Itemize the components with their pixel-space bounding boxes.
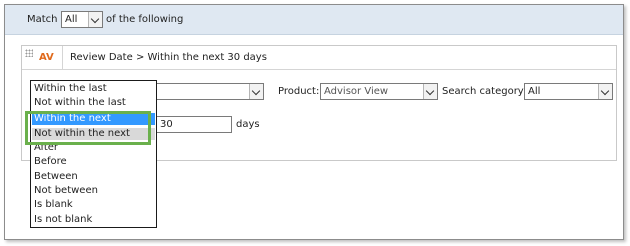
option-not-within-the-last[interactable]: Not within the last bbox=[32, 97, 155, 109]
header-divider bbox=[62, 46, 63, 69]
drag-handle-icon[interactable] bbox=[25, 49, 33, 57]
chevron-down-icon bbox=[88, 12, 102, 27]
match-label: Match bbox=[27, 14, 58, 25]
match-select[interactable]: All bbox=[61, 11, 103, 28]
product-label: Product: bbox=[278, 86, 320, 97]
option-before[interactable]: Before bbox=[32, 156, 155, 168]
criteria-title: Review Date > Within the next 30 days bbox=[70, 52, 267, 63]
criteria-header[interactable]: AV Review Date > Within the next 30 days bbox=[22, 46, 616, 70]
unit-label: days bbox=[236, 119, 260, 130]
amount-input[interactable]: 30 bbox=[156, 116, 232, 133]
callout-highlight bbox=[25, 111, 151, 145]
operator-dropdown-list: Within the last Not within the last With… bbox=[30, 80, 157, 228]
option-is-blank[interactable]: Is blank bbox=[32, 199, 155, 211]
chevron-down-icon bbox=[249, 84, 263, 99]
match-bar: Match All of the following bbox=[5, 5, 623, 35]
option-between[interactable]: Between bbox=[32, 171, 155, 183]
option-not-between[interactable]: Not between bbox=[32, 185, 155, 197]
search-category-value: All bbox=[528, 86, 541, 97]
chevron-down-icon bbox=[598, 84, 612, 99]
product-select-value: Advisor View bbox=[324, 86, 389, 97]
product-select[interactable]: Advisor View bbox=[320, 83, 438, 100]
search-category-label: Search category: bbox=[442, 86, 527, 97]
criteria-badge: AV bbox=[39, 52, 54, 63]
option-is-not-blank[interactable]: Is not blank bbox=[32, 214, 155, 226]
option-within-the-last[interactable]: Within the last bbox=[32, 83, 155, 95]
amount-input-value: 30 bbox=[160, 119, 173, 130]
chevron-down-icon bbox=[423, 84, 437, 99]
search-category-select[interactable]: All bbox=[524, 83, 613, 100]
match-suffix-label: of the following bbox=[106, 14, 184, 25]
match-select-value: All bbox=[65, 14, 78, 25]
